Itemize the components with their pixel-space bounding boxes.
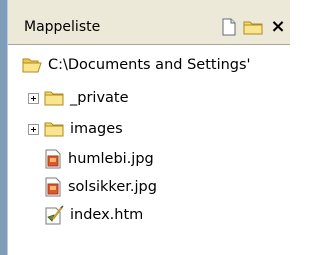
tree-item-solsikker[interactable]: solsikker.jpg [44,173,157,201]
image-file-icon [45,177,61,197]
new-file-button[interactable] [218,16,240,38]
html-file-icon [45,205,64,225]
folder-icon [44,122,64,137]
tree-item-label: solsikker.jpg [68,179,157,195]
new-folder-icon [243,21,263,35]
window-frame-left [0,0,7,255]
folder-tree: C:\Documents and Settings' _private imag… [8,45,290,255]
tree-item-label: humlebi.jpg [68,151,154,167]
image-file-icon [45,149,61,169]
tree-item-label: index.htm [70,207,144,223]
tree-item-label: images [70,121,123,137]
tree-item-label: _private [70,90,129,106]
close-button[interactable]: × [267,16,289,38]
expand-toggle-icon[interactable] [28,92,39,104]
folder-icon [44,91,64,106]
expand-toggle-icon[interactable] [28,123,39,135]
panel-header: Mappeliste × [8,0,290,45]
tree-item-humlebi[interactable]: humlebi.jpg [44,145,154,173]
tree-item-private[interactable]: _private [28,84,129,112]
tree-item-index[interactable]: index.htm [44,201,143,229]
new-document-icon [222,18,236,36]
panel-title: Mappeliste [24,19,101,35]
close-icon: × [270,16,286,37]
tree-root-label: C:\Documents and Settings' [48,57,251,73]
folder-open-icon [22,58,42,73]
new-folder-button[interactable] [242,16,264,38]
tree-item-images[interactable]: images [28,115,123,143]
tree-root[interactable]: C:\Documents and Settings' [22,51,251,79]
